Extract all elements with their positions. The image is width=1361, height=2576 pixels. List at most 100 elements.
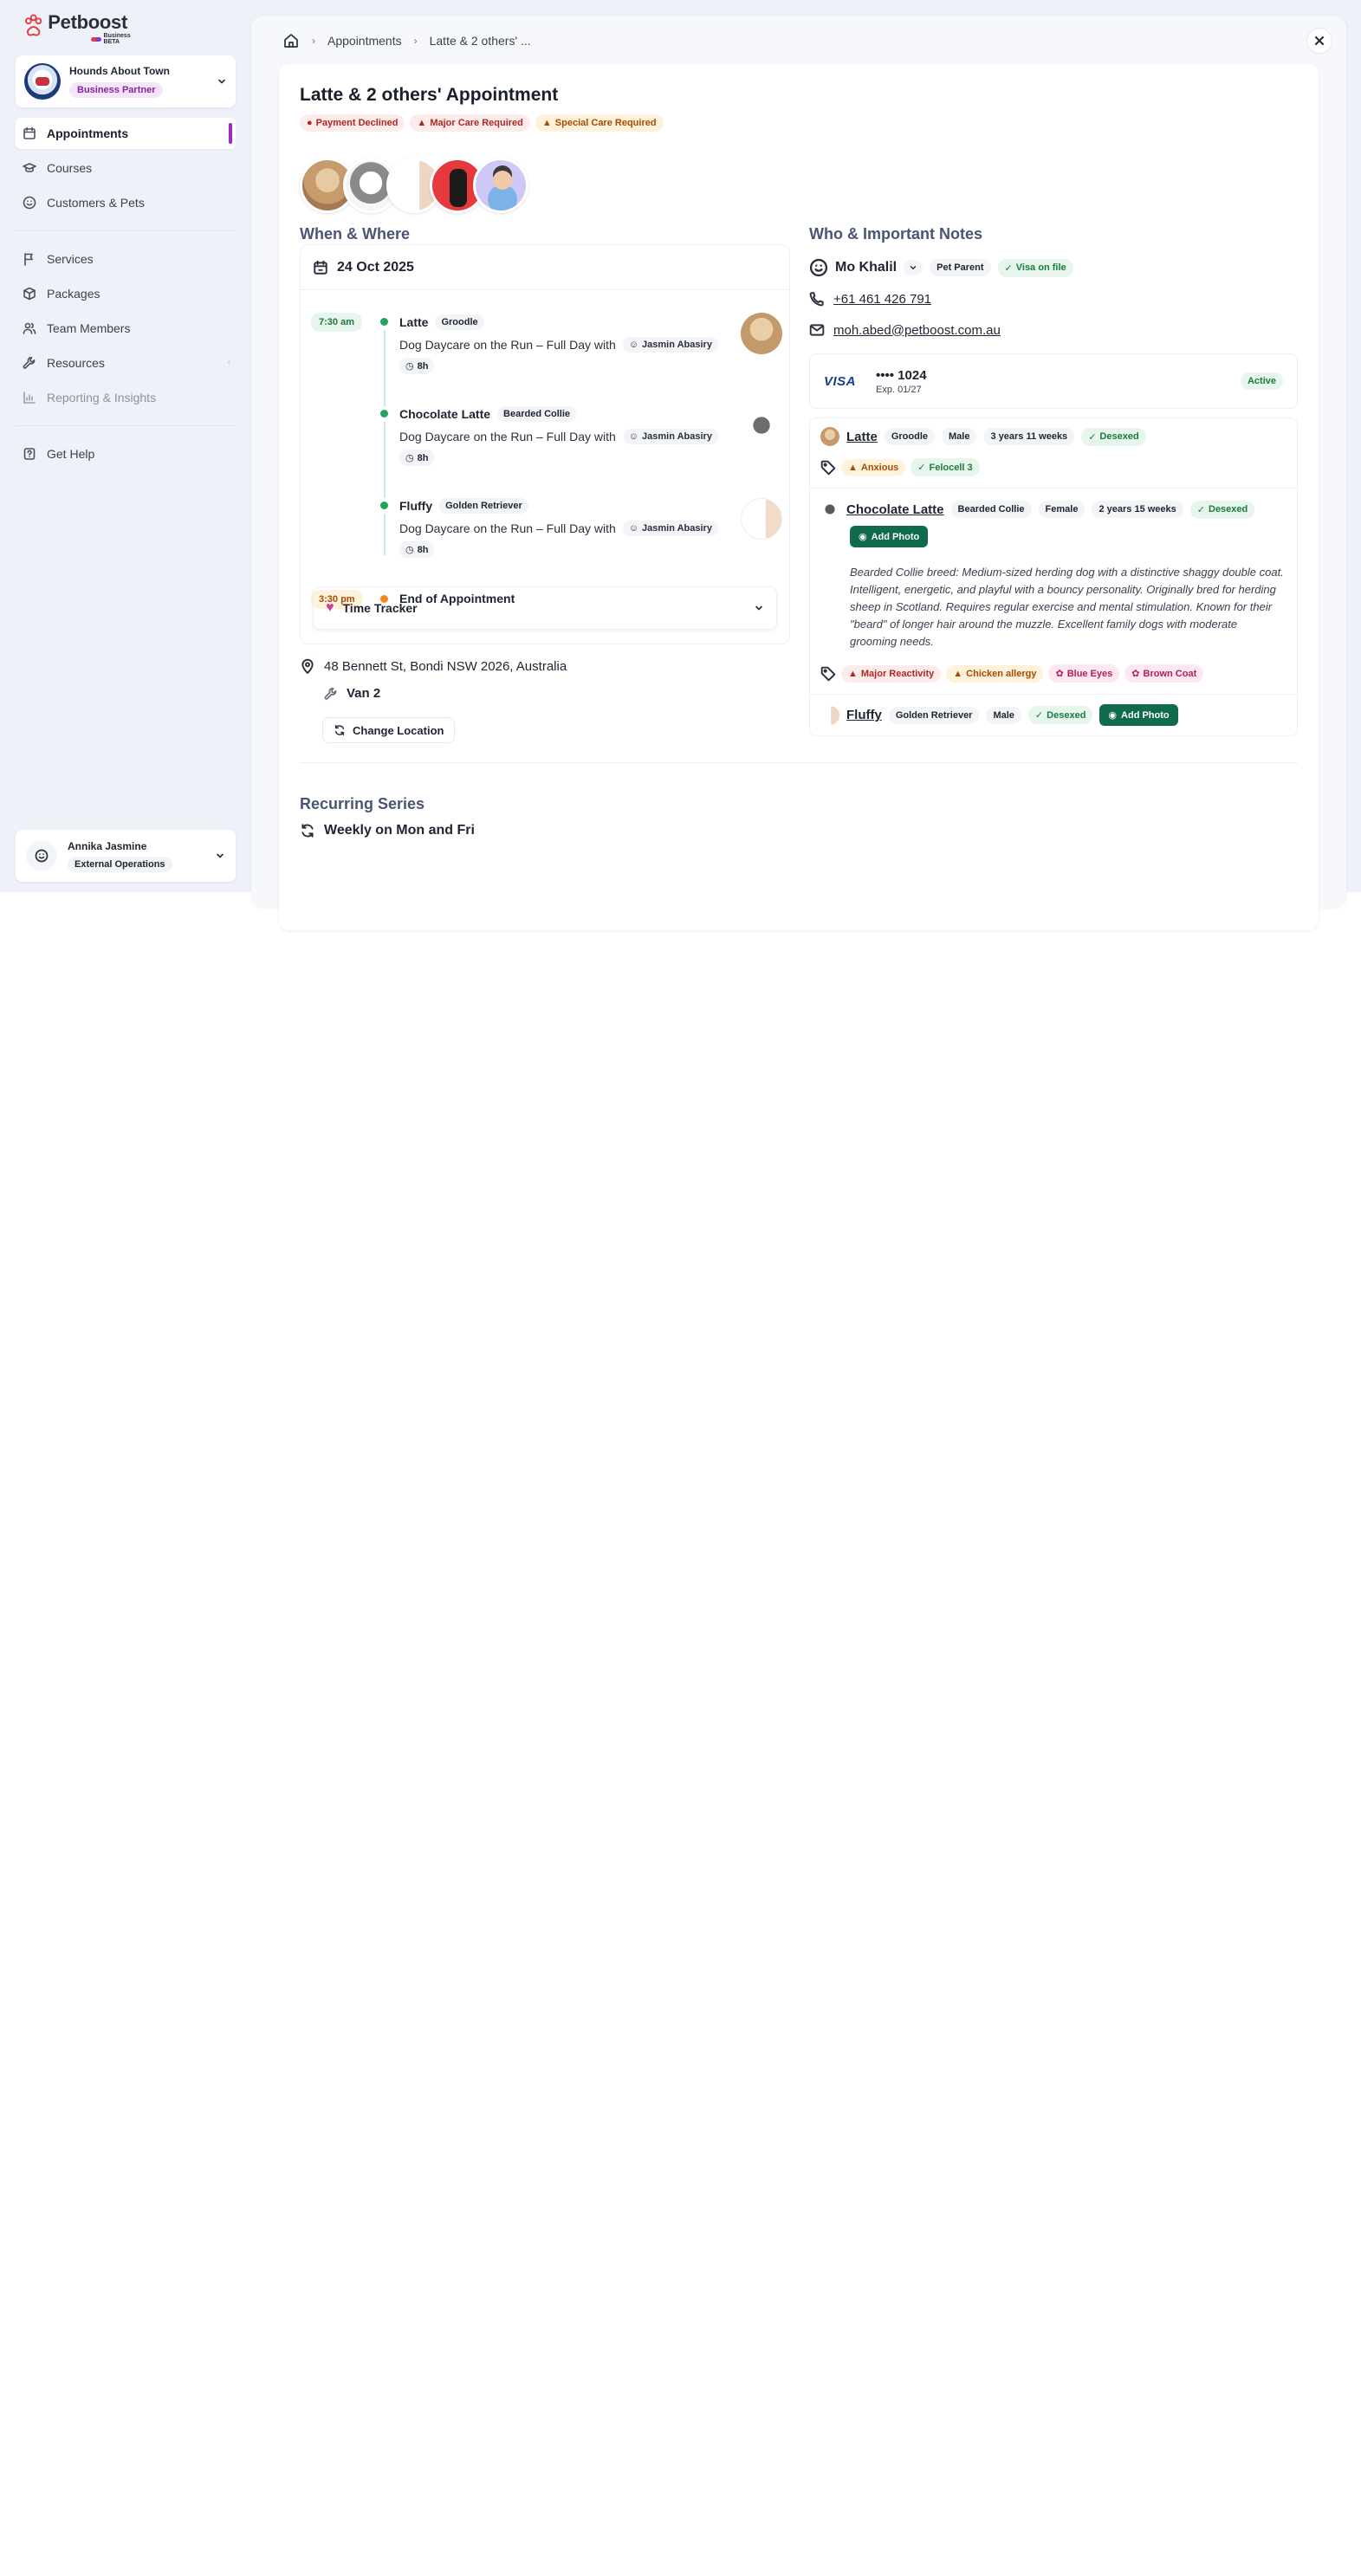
check-circle-icon: ✓ [1088, 431, 1097, 443]
age-badge: 2 years 15 weeks [1092, 501, 1183, 518]
add-photo-wrap: ◉ Add Photo [850, 526, 929, 547]
mail-icon [809, 324, 825, 336]
list-item: Fluffy Golden Retriever Male ✓ Desexed ◉ A… [820, 704, 1178, 726]
tag-icon [820, 666, 836, 681]
business-switcher[interactable]: Hounds About Town Business Partner [16, 55, 236, 107]
time-tracker-label: Time Tracker [342, 601, 418, 615]
when-where-heading: When & Where [300, 225, 411, 243]
check-circle-icon: ✓ [1196, 504, 1205, 515]
pet-avatar [820, 427, 839, 446]
refresh-icon [301, 824, 314, 838]
app-root: Petboost Business BETA Hounds About Town… [0, 0, 1361, 930]
business-name: Hounds About Town [69, 65, 170, 77]
service-item[interactable]: Fluffy Golden Retriever Dog Daycare on th… [399, 498, 729, 558]
phone-icon [809, 292, 824, 307]
sidebar-item-resources[interactable]: Resources ‹ [16, 347, 236, 379]
change-location-button[interactable]: Change Location [322, 717, 456, 743]
service-pet-name: Chocolate Latte [399, 407, 491, 421]
calendar-icon [23, 126, 36, 139]
wrench-icon [324, 687, 337, 700]
status-badge: ● Payment Declined [300, 114, 405, 132]
vehicle-name: Van 2 [347, 686, 381, 701]
list-item: Latte Groodle Male 3 years 11 weeks ✓ Des… [820, 427, 1146, 446]
visa-logo: VISA [824, 373, 857, 389]
user-name: Annika Jasmine [68, 839, 147, 852]
user-menu[interactable]: Annika Jasmine External Operations [16, 830, 236, 882]
sidebar-item-label: Team Members [47, 321, 131, 335]
pet-name-link[interactable]: Fluffy [846, 708, 882, 722]
nav-divider [16, 230, 236, 231]
nav-divider [16, 425, 236, 426]
smiley-icon: ☺ [628, 523, 639, 534]
breed-badge: Bearded Collie [497, 406, 577, 422]
sex-badge: Male [942, 428, 977, 445]
package-icon [23, 287, 36, 301]
graduation-cap-icon [23, 163, 36, 172]
email-link[interactable]: moh.abed@petboost.com.au [809, 322, 1001, 338]
phone-link[interactable]: +61 461 426 791 [809, 291, 931, 307]
breadcrumb-appointments[interactable]: Appointments [327, 34, 402, 48]
service-item[interactable]: Chocolate Latte Bearded Collie Dog Daycar… [399, 406, 729, 466]
service-pet-name: Fluffy [399, 499, 433, 513]
email-address: moh.abed@petboost.com.au [833, 322, 1001, 338]
brand-name: Petboost [48, 11, 127, 33]
timeline-line [384, 330, 386, 406]
staff-badge[interactable]: ☺ Jasmin Abasiry [622, 429, 718, 444]
chevron-left-icon: ‹ [227, 358, 230, 367]
add-photo-button[interactable]: ◉ Add Photo [1099, 704, 1178, 726]
staff-badge[interactable]: ☺ Jasmin Abasiry [622, 337, 718, 353]
pet-name-link[interactable]: Latte [846, 430, 878, 444]
recurring-rule: Weekly on Mon and Fri [300, 823, 475, 838]
pet-list: Latte Groodle Male 3 years 11 weeks ✓ Des… [809, 417, 1298, 736]
care-tag: ▲ Major Reactivity [841, 664, 942, 683]
service-pet-name: Latte [399, 315, 429, 329]
sidebar-item-label: Resources [47, 356, 105, 370]
address: 48 Bennett St, Bondi NSW 2026, Australia [324, 658, 567, 674]
sidebar-item-courses[interactable]: Courses [16, 152, 236, 184]
payment-card[interactable]: VISA •••• 1024 Exp. 01/27 Active [809, 353, 1298, 409]
visa-on-file-badge: ✓ Visa on file [997, 258, 1073, 277]
appointment-detail: Latte & 2 others' Appointment ● Payment D… [279, 64, 1319, 930]
add-photo-button[interactable]: ◉ Add Photo [850, 526, 929, 547]
sidebar-item-label: Packages [47, 287, 100, 301]
smiley-icon: ☺ [628, 431, 639, 442]
home-icon[interactable] [282, 32, 300, 49]
owner-dropdown[interactable] [904, 260, 924, 275]
divider [810, 488, 1297, 489]
staff-badge[interactable]: ☺ Jasmin Abasiry [622, 521, 718, 536]
user-role-badge: External Operations [68, 856, 172, 872]
warning-icon: ▲ [848, 668, 858, 679]
sidebar-item-services[interactable]: Services [16, 243, 236, 275]
brand-logo[interactable]: Petboost Business BETA [24, 12, 146, 47]
sidebar-item-get-help[interactable]: Get Help [16, 438, 236, 469]
smiley-icon [809, 258, 828, 277]
check-circle-icon: ✓ [1034, 710, 1044, 721]
flower-icon: ✿ [1131, 669, 1140, 679]
sidebar-item-label: Services [47, 252, 94, 266]
status-badges: ● Payment Declined ▲ Major Care Required ▲… [300, 114, 664, 132]
sidebar-item-customers-pets[interactable]: Customers & Pets [16, 187, 236, 218]
clock-icon: ◷ [405, 361, 414, 372]
sidebar-item-packages[interactable]: Packages [16, 278, 236, 309]
sidebar-item-reporting-insights[interactable]: Reporting & Insights [16, 382, 236, 413]
pet-avatar [820, 500, 839, 519]
duration-badge: ◷ 8h [399, 450, 435, 466]
sidebar-item-team-members[interactable]: Team Members [16, 313, 236, 344]
service-item[interactable]: Latte Groodle Dog Daycare on the Run – Fu… [399, 314, 729, 374]
timeline-dot [380, 410, 388, 417]
smiley-icon [23, 196, 36, 210]
breadcrumb: › Appointments › Latte & 2 others' ... [282, 29, 531, 52]
close-button[interactable] [1306, 28, 1332, 54]
pet-thumbnail [741, 405, 782, 446]
section-divider [300, 762, 1298, 763]
care-tag: ✿ Blue Eyes [1048, 664, 1120, 683]
owner-name[interactable]: Mo Khalil [835, 260, 897, 275]
sidebar-item-appointments[interactable]: Appointments [16, 118, 236, 149]
desexed-badge: ✓ Desexed [1081, 427, 1146, 446]
desexed-badge: ✓ Desexed [1027, 706, 1093, 724]
pet-name-link[interactable]: Chocolate Latte [846, 502, 944, 517]
time-tracker-toggle[interactable]: ♥ Time Tracker [313, 586, 777, 630]
appointment-date: 24 Oct 2025 [337, 259, 414, 275]
person-avatar[interactable] [473, 158, 528, 213]
vehicle-row: Van 2 [324, 686, 380, 701]
